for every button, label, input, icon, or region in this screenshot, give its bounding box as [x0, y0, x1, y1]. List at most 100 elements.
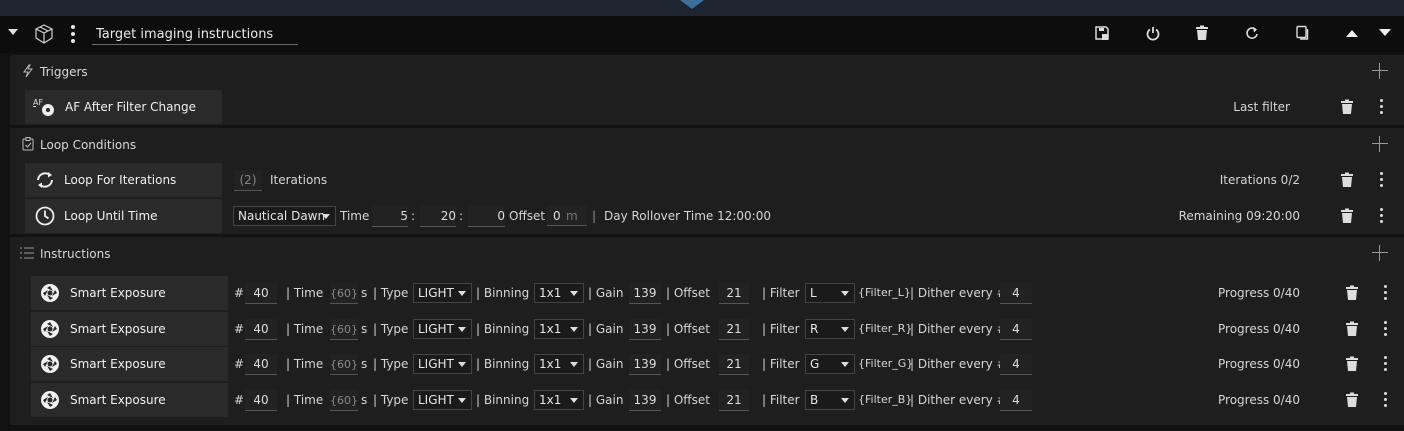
arrow-up-icon[interactable]: [1344, 25, 1364, 45]
filter-select[interactable]: L: [805, 283, 855, 303]
exposure-time-input[interactable]: [330, 354, 358, 375]
seconds-input[interactable]: [468, 206, 505, 227]
time-label: | Time: [286, 286, 324, 300]
offset-input[interactable]: [719, 283, 749, 304]
minutes-input[interactable]: [420, 206, 456, 227]
cube-icon: [33, 23, 55, 48]
binning-label: | Binning: [476, 286, 530, 300]
instruction-name-cell[interactable]: Smart Exposure: [31, 347, 228, 381]
add-instruction-button[interactable]: [1372, 245, 1388, 261]
instruction-row: Smart Exposure # | Time s | Type LIGHT | Binni…: [10, 312, 1404, 346]
trash-icon[interactable]: [1346, 356, 1362, 373]
gain-input[interactable]: [629, 283, 661, 304]
instruction-name-cell[interactable]: Smart Exposure: [31, 383, 228, 417]
exposure-count-input[interactable]: [245, 283, 277, 304]
list-icon: [20, 246, 34, 263]
type-label: | Type: [373, 357, 409, 371]
power-icon[interactable]: [1145, 25, 1165, 45]
dither-input[interactable]: [1000, 319, 1032, 340]
type-select[interactable]: LIGHT: [413, 390, 472, 410]
gain-label: | Gain: [588, 286, 624, 300]
filter-select[interactable]: B: [805, 390, 855, 410]
more-options-icon[interactable]: [1383, 285, 1389, 303]
iterations-count-input[interactable]: [234, 170, 262, 191]
filter-label: | Filter: [762, 357, 800, 371]
type-select[interactable]: LIGHT: [413, 283, 472, 303]
container-title-input[interactable]: [92, 24, 298, 45]
instructions-label: Instructions: [40, 247, 111, 261]
add-trigger-button[interactable]: [1372, 63, 1388, 79]
trash-icon[interactable]: [1341, 172, 1357, 189]
more-options-icon[interactable]: [1379, 208, 1385, 226]
dither-label: | Dither every #: [910, 357, 1007, 371]
dither-label: | Dither every #: [910, 322, 1007, 336]
dither-input[interactable]: [1000, 390, 1032, 411]
exposure-time-input[interactable]: [330, 319, 358, 340]
save-icon[interactable]: [1094, 25, 1114, 45]
binning-select[interactable]: 1x1: [534, 319, 584, 339]
gain-input[interactable]: [629, 390, 661, 411]
trash-icon[interactable]: [1346, 392, 1362, 409]
top-strip: [0, 0, 1404, 16]
aperture-icon: [40, 354, 60, 377]
trash-icon[interactable]: [1341, 99, 1357, 116]
more-options-icon[interactable]: [1379, 172, 1385, 190]
arrow-down-icon[interactable]: [1377, 25, 1397, 45]
gain-input[interactable]: [629, 319, 661, 340]
trigger-name: AF After Filter Change: [65, 100, 197, 114]
gain-input[interactable]: [629, 354, 661, 375]
progress-status: Progress 0/40: [1218, 357, 1300, 371]
instruction-name-cell[interactable]: Smart Exposure: [31, 276, 228, 310]
binning-select[interactable]: 1x1: [534, 283, 584, 303]
offset-input[interactable]: [719, 390, 749, 411]
more-options-icon[interactable]: [1383, 356, 1389, 374]
time-separator: :: [411, 209, 416, 223]
exposure-count-input[interactable]: [245, 354, 277, 375]
redo-icon[interactable]: [1244, 25, 1264, 45]
trigger-row: AF AF After Filter Change Last filter: [10, 90, 1404, 124]
loop-icon: [35, 170, 55, 193]
exposure-time-input[interactable]: [330, 390, 358, 411]
hours-input[interactable]: [372, 206, 408, 227]
loop-time-name-cell[interactable]: Loop Until Time: [25, 199, 222, 233]
more-options-icon[interactable]: [1379, 99, 1385, 117]
offset-label: | Offset: [666, 322, 710, 336]
dither-input[interactable]: [1000, 354, 1032, 375]
seconds-unit: s: [361, 322, 368, 336]
trash-icon[interactable]: [1195, 25, 1215, 45]
trash-icon[interactable]: [1346, 285, 1362, 302]
filter-select[interactable]: R: [805, 319, 855, 339]
type-label: | Type: [373, 322, 409, 336]
offset-input[interactable]: [719, 319, 749, 340]
instruction-name-cell[interactable]: Smart Exposure: [31, 312, 228, 346]
type-select[interactable]: LIGHT: [413, 319, 472, 339]
dither-input[interactable]: [1000, 283, 1032, 304]
chevron-down-icon[interactable]: [8, 29, 18, 35]
trash-icon[interactable]: [1341, 208, 1357, 225]
progress-status: Progress 0/40: [1218, 393, 1300, 407]
filter-label: | Filter: [762, 286, 800, 300]
binning-select[interactable]: 1x1: [534, 354, 584, 374]
instruction-name: Smart Exposure: [70, 322, 166, 336]
add-loop-condition-button[interactable]: [1372, 136, 1388, 152]
exposure-count-input[interactable]: [245, 319, 277, 340]
time-source-select[interactable]: Nautical Dawn: [233, 206, 336, 226]
trigger-name-cell[interactable]: AF AF After Filter Change: [25, 90, 222, 124]
progress-status: Progress 0/40: [1218, 286, 1300, 300]
binning-select[interactable]: 1x1: [534, 390, 584, 410]
filter-label: | Filter: [762, 393, 800, 407]
more-options-icon[interactable]: [1383, 321, 1389, 339]
drag-handle-icon[interactable]: [70, 25, 76, 46]
exposure-time-input[interactable]: [330, 283, 358, 304]
trash-icon[interactable]: [1346, 321, 1362, 338]
more-options-icon[interactable]: [1383, 392, 1389, 410]
filter-token: {Filter_R}: [858, 322, 913, 335]
filter-select[interactable]: G: [805, 354, 855, 374]
binning-value: 1x1: [539, 393, 562, 407]
count-label: #: [234, 322, 245, 336]
offset-input[interactable]: [719, 354, 749, 375]
type-select[interactable]: LIGHT: [413, 354, 472, 374]
exposure-count-input[interactable]: [245, 390, 277, 411]
copy-icon[interactable]: [1294, 25, 1314, 45]
loop-iterations-name-cell[interactable]: Loop For Iterations: [25, 163, 222, 197]
